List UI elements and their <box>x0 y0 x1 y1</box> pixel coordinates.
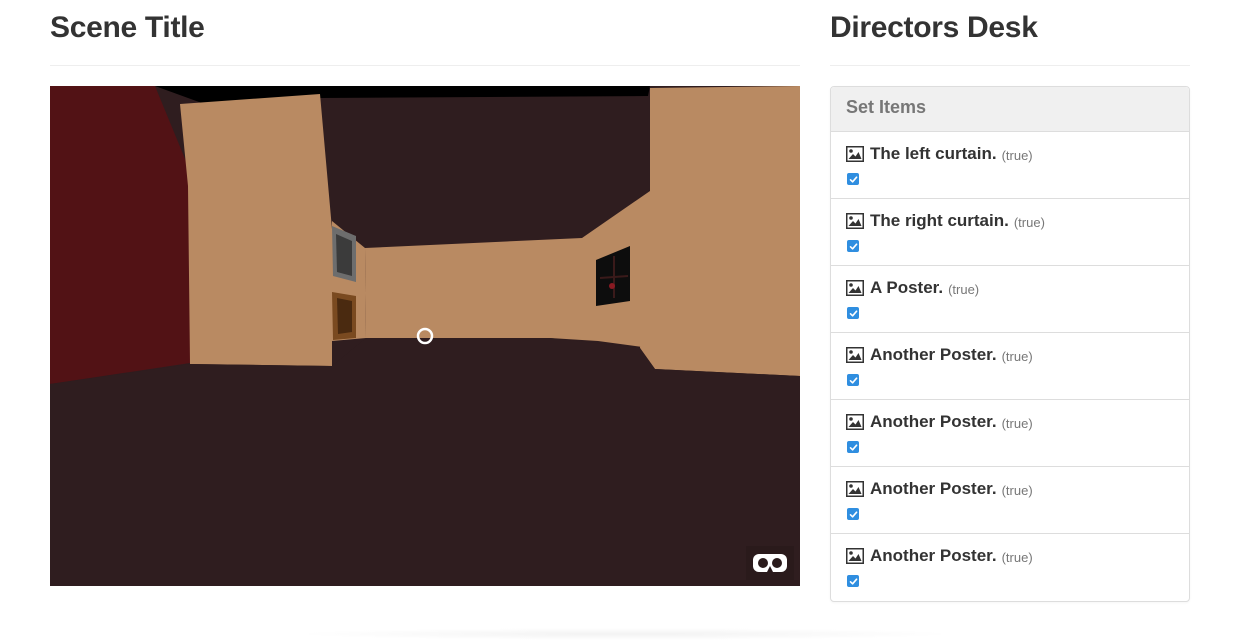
set-item-line: The right curtain. (true) <box>846 211 1045 231</box>
set-item-title: Another Poster. <box>870 345 997 364</box>
back-wall <box>365 238 598 341</box>
set-item-status: (true) <box>948 282 980 297</box>
set-item-checkbox[interactable] <box>847 575 859 587</box>
set-item-checkbox[interactable] <box>847 240 859 252</box>
set-item-status: (true) <box>1001 416 1033 431</box>
image-icon <box>846 146 864 162</box>
checkmark-icon <box>849 577 857 585</box>
image-icon <box>846 213 864 229</box>
checkmark-icon <box>849 376 857 384</box>
right-curtain <box>640 86 800 376</box>
checkmark-icon <box>849 443 857 451</box>
set-item-line: Another Poster. (true) <box>846 345 1033 365</box>
set-item-line: Another Poster. (true) <box>846 479 1033 499</box>
set-item-checkbox[interactable] <box>847 307 859 319</box>
poster-orange-inner <box>337 298 352 334</box>
set-item-title: Another Poster. <box>870 479 997 498</box>
image-icon <box>846 347 864 363</box>
checkmark-icon <box>849 175 857 183</box>
set-item-status: (true) <box>1001 148 1033 163</box>
scene-title-divider <box>50 65 800 66</box>
set-item: Another Poster. (true) <box>831 333 1189 400</box>
directors-desk-title: Directors Desk <box>830 11 1038 44</box>
set-item-checkbox[interactable] <box>847 173 859 185</box>
poster-grey-inner <box>336 234 352 276</box>
set-item-status: (true) <box>1001 483 1033 498</box>
set-item: A Poster. (true) <box>831 266 1189 333</box>
scene-viewport[interactable] <box>50 86 800 586</box>
set-item: Another Poster. (true) <box>831 534 1189 601</box>
image-icon <box>846 414 864 430</box>
checkmark-icon <box>849 510 857 518</box>
checkmark-icon <box>849 309 857 317</box>
set-item-checkbox[interactable] <box>847 441 859 453</box>
set-item-title: Another Poster. <box>870 546 997 565</box>
set-items-heading: Set Items <box>831 87 1189 132</box>
page-footer-shadow <box>290 628 960 640</box>
set-item-status: (true) <box>1001 550 1033 565</box>
vr-mode-button[interactable] <box>746 546 794 580</box>
set-item-checkbox[interactable] <box>847 374 859 386</box>
vr-goggles-icon <box>753 554 787 572</box>
set-items-list: The left curtain. (true) The right curtain… <box>831 132 1189 601</box>
set-item-line: The left curtain. (true) <box>846 144 1033 164</box>
scene-render <box>50 86 800 586</box>
set-item-status: (true) <box>1013 215 1045 230</box>
set-item-title: Another Poster. <box>870 412 997 431</box>
set-item-checkbox[interactable] <box>847 508 859 520</box>
image-icon <box>846 548 864 564</box>
image-icon <box>846 280 864 296</box>
checkmark-icon <box>849 242 857 250</box>
image-icon <box>846 481 864 497</box>
set-item-status: (true) <box>1001 349 1033 364</box>
set-item-title: The left curtain. <box>870 144 997 163</box>
set-item: The left curtain. (true) <box>831 132 1189 199</box>
set-item-title: The right curtain. <box>870 211 1009 230</box>
scene-title: Scene Title <box>50 11 205 44</box>
set-item: Another Poster. (true) <box>831 400 1189 467</box>
set-item: The right curtain. (true) <box>831 199 1189 266</box>
set-item-title: A Poster. <box>870 278 944 297</box>
directors-desk-divider <box>830 65 1190 66</box>
set-item-line: Another Poster. (true) <box>846 412 1033 432</box>
set-item-line: Another Poster. (true) <box>846 546 1033 566</box>
set-item: Another Poster. (true) <box>831 467 1189 534</box>
left-wall-near <box>180 94 332 366</box>
floor-plane <box>50 338 800 586</box>
left-curtain <box>50 86 190 384</box>
set-items-panel: Set Items The left curtain. (true) The rig… <box>830 86 1190 602</box>
set-item-line: A Poster. (true) <box>846 278 979 298</box>
